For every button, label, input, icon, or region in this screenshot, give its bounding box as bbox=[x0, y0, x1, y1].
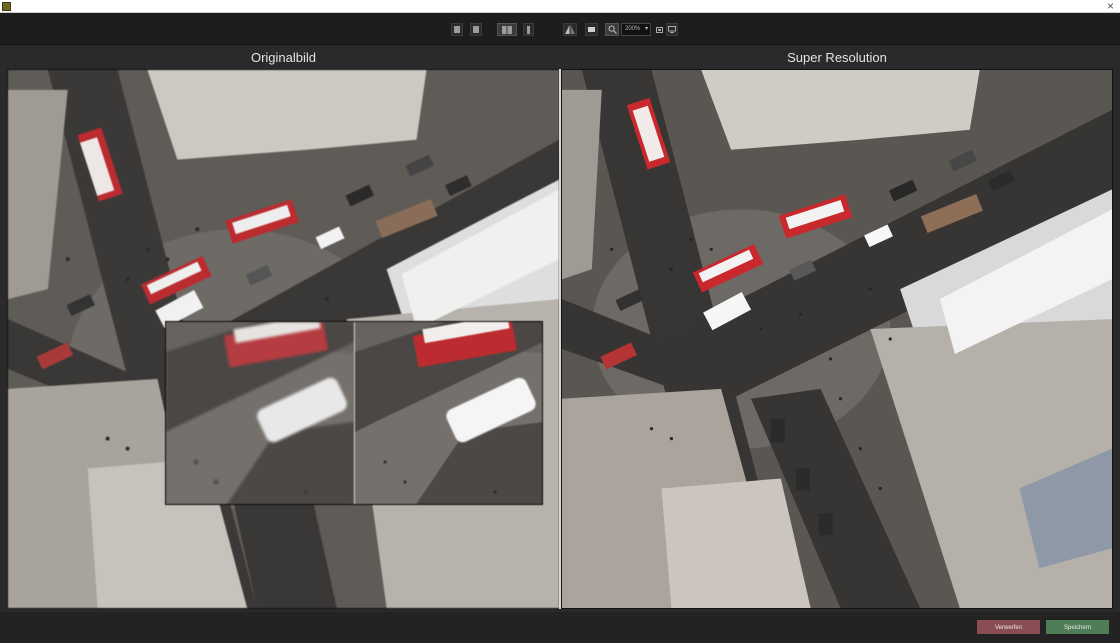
view-single-left-button[interactable] bbox=[451, 23, 463, 36]
view-single-right-button[interactable] bbox=[470, 23, 482, 36]
fit-icon bbox=[655, 26, 663, 33]
monitor-icon bbox=[668, 26, 676, 33]
rect-view-button[interactable] bbox=[585, 23, 598, 36]
magnifier-loupe[interactable] bbox=[165, 321, 543, 505]
chevron-down-icon: ▾ bbox=[644, 26, 648, 32]
view-single-narrow-button[interactable] bbox=[523, 23, 534, 36]
discard-button[interactable]: Verwerfen bbox=[976, 619, 1041, 635]
app-icon bbox=[2, 2, 11, 11]
compare-mirror-button[interactable] bbox=[563, 23, 577, 36]
fit-button[interactable] bbox=[654, 23, 664, 36]
rectangle-icon bbox=[588, 27, 595, 32]
view-split-button[interactable] bbox=[497, 23, 517, 36]
super-resolution-aerial-image bbox=[562, 70, 1112, 608]
toolbar: 200% ▾ bbox=[0, 13, 1120, 45]
narrow-rect-icon bbox=[527, 25, 530, 34]
close-icon[interactable]: × bbox=[1107, 0, 1114, 13]
mirror-triangles-icon bbox=[565, 25, 575, 34]
square-icon bbox=[454, 26, 460, 33]
super-resolution-image-view[interactable] bbox=[561, 69, 1113, 609]
footer-bar: Verwerfen Speichern bbox=[0, 612, 1120, 643]
zoom-select[interactable]: 200% ▾ bbox=[621, 23, 651, 36]
split-view-icon bbox=[502, 25, 512, 34]
zoom-tool-button[interactable] bbox=[605, 23, 619, 36]
fullscreen-button[interactable] bbox=[666, 23, 678, 36]
original-image-view[interactable] bbox=[7, 69, 560, 609]
window-titlebar: × bbox=[0, 0, 1120, 13]
zoom-value: 200% bbox=[625, 26, 641, 32]
loupe-super-resolution-half bbox=[355, 322, 542, 504]
square-icon bbox=[473, 26, 479, 33]
loupe-original-half bbox=[166, 322, 354, 504]
pane-title-super-resolution: Super Resolution bbox=[787, 50, 887, 65]
pane-title-original: Originalbild bbox=[250, 50, 317, 65]
save-button[interactable]: Speichern bbox=[1045, 619, 1110, 635]
magnifier-icon bbox=[608, 25, 617, 34]
